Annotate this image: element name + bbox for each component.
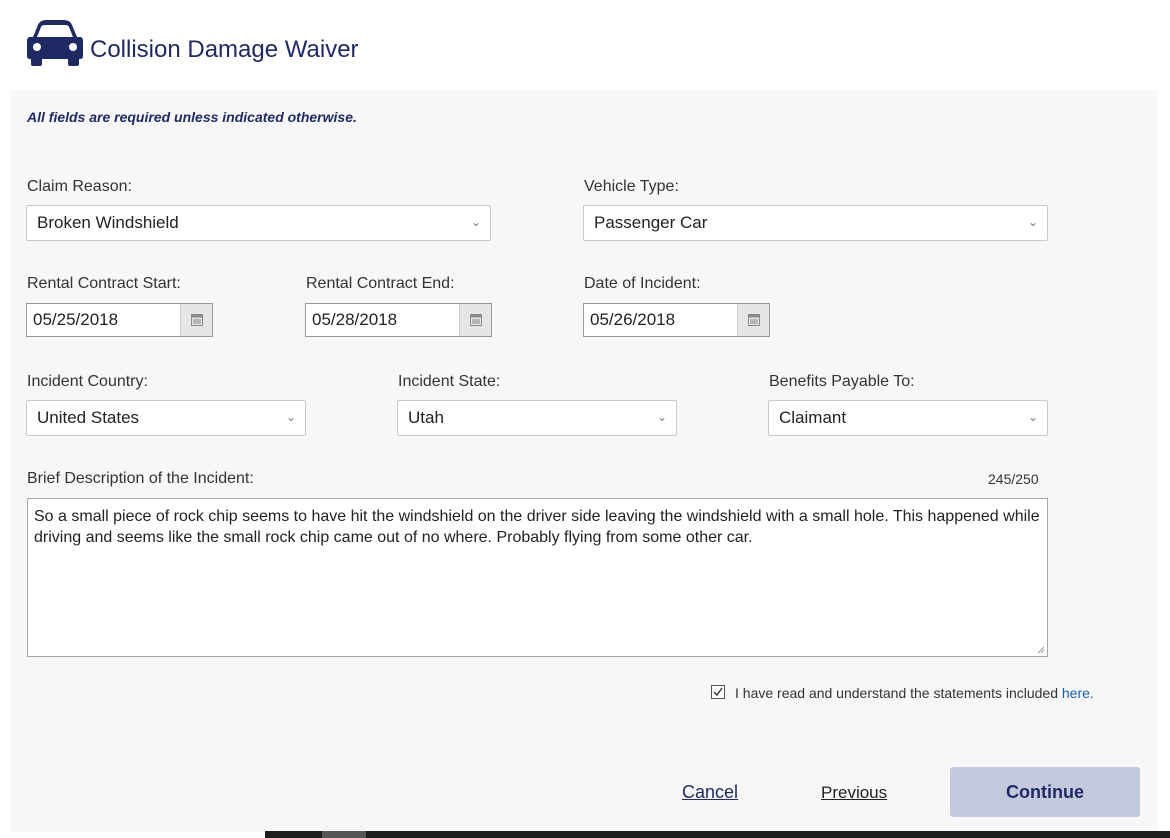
car-icon	[27, 20, 83, 66]
incident-country-value: United States	[37, 408, 140, 427]
acknowledgement-text: I have read and understand the statement…	[735, 685, 1094, 701]
description-textarea[interactable]: So a small piece of rock chip seems to h…	[27, 498, 1048, 657]
vehicle-type-value: Passenger Car	[594, 213, 708, 232]
calendar-icon	[470, 314, 482, 326]
rental-end-label: Rental Contract End:	[306, 275, 455, 292]
acknowledgement-label: I have read and understand the statement…	[735, 685, 1062, 701]
incident-state-label: Incident State:	[398, 373, 501, 390]
calendar-button[interactable]	[180, 304, 212, 336]
scrollbar-thumb[interactable]	[322, 831, 366, 838]
continue-button[interactable]: Continue	[950, 767, 1140, 817]
checkmark-icon	[713, 687, 723, 697]
form-panel	[10, 90, 1158, 832]
resize-handle-icon[interactable]	[1037, 646, 1045, 654]
cancel-button[interactable]: Cancel	[682, 782, 738, 803]
acknowledgement-checkbox[interactable]	[711, 685, 725, 699]
character-counter: 245/250	[988, 471, 1039, 487]
incident-date-label: Date of Incident:	[584, 275, 701, 292]
rental-start-label: Rental Contract Start:	[27, 275, 181, 292]
rental-end-input[interactable]: 05/28/2018	[305, 303, 492, 337]
previous-button[interactable]: Previous	[821, 783, 887, 803]
vehicle-type-select[interactable]: Passenger Car ⌄	[583, 205, 1048, 241]
rental-start-input[interactable]: 05/25/2018	[26, 303, 213, 337]
calendar-icon	[191, 314, 203, 326]
incident-country-label: Incident Country:	[27, 373, 148, 390]
statements-link[interactable]: here.	[1062, 685, 1094, 701]
incident-date-input[interactable]: 05/26/2018	[583, 303, 770, 337]
required-note: All fields are required unless indicated…	[27, 109, 357, 125]
chevron-down-icon: ⌄	[1027, 215, 1038, 229]
page-header: Collision Damage Waiver	[0, 0, 1170, 90]
incident-date-value: 05/26/2018	[590, 310, 676, 329]
chevron-down-icon: ⌄	[1027, 410, 1038, 424]
rental-end-value: 05/28/2018	[312, 310, 398, 329]
page-title: Collision Damage Waiver	[90, 36, 359, 63]
description-text: So a small piece of rock chip seems to h…	[34, 508, 1040, 546]
incident-state-value: Utah	[408, 408, 444, 427]
calendar-icon	[748, 314, 760, 326]
incident-country-select[interactable]: United States ⌄	[26, 400, 306, 436]
claim-reason-label: Claim Reason:	[27, 178, 132, 195]
chevron-down-icon: ⌄	[285, 410, 296, 424]
calendar-button[interactable]	[737, 304, 769, 336]
benefits-payable-label: Benefits Payable To:	[769, 373, 915, 390]
claim-reason-select[interactable]: Broken Windshield ⌄	[26, 205, 491, 241]
rental-start-value: 05/25/2018	[33, 310, 119, 329]
horizontal-scrollbar[interactable]	[265, 831, 1170, 838]
vehicle-type-label: Vehicle Type:	[584, 178, 679, 195]
chevron-down-icon: ⌄	[656, 410, 667, 424]
incident-state-select[interactable]: Utah ⌄	[397, 400, 677, 436]
benefits-payable-select[interactable]: Claimant ⌄	[768, 400, 1048, 436]
description-label: Brief Description of the Incident:	[27, 470, 254, 487]
benefits-payable-value: Claimant	[779, 408, 847, 427]
calendar-button[interactable]	[459, 304, 491, 336]
chevron-down-icon: ⌄	[470, 215, 481, 229]
claim-reason-value: Broken Windshield	[37, 213, 179, 232]
